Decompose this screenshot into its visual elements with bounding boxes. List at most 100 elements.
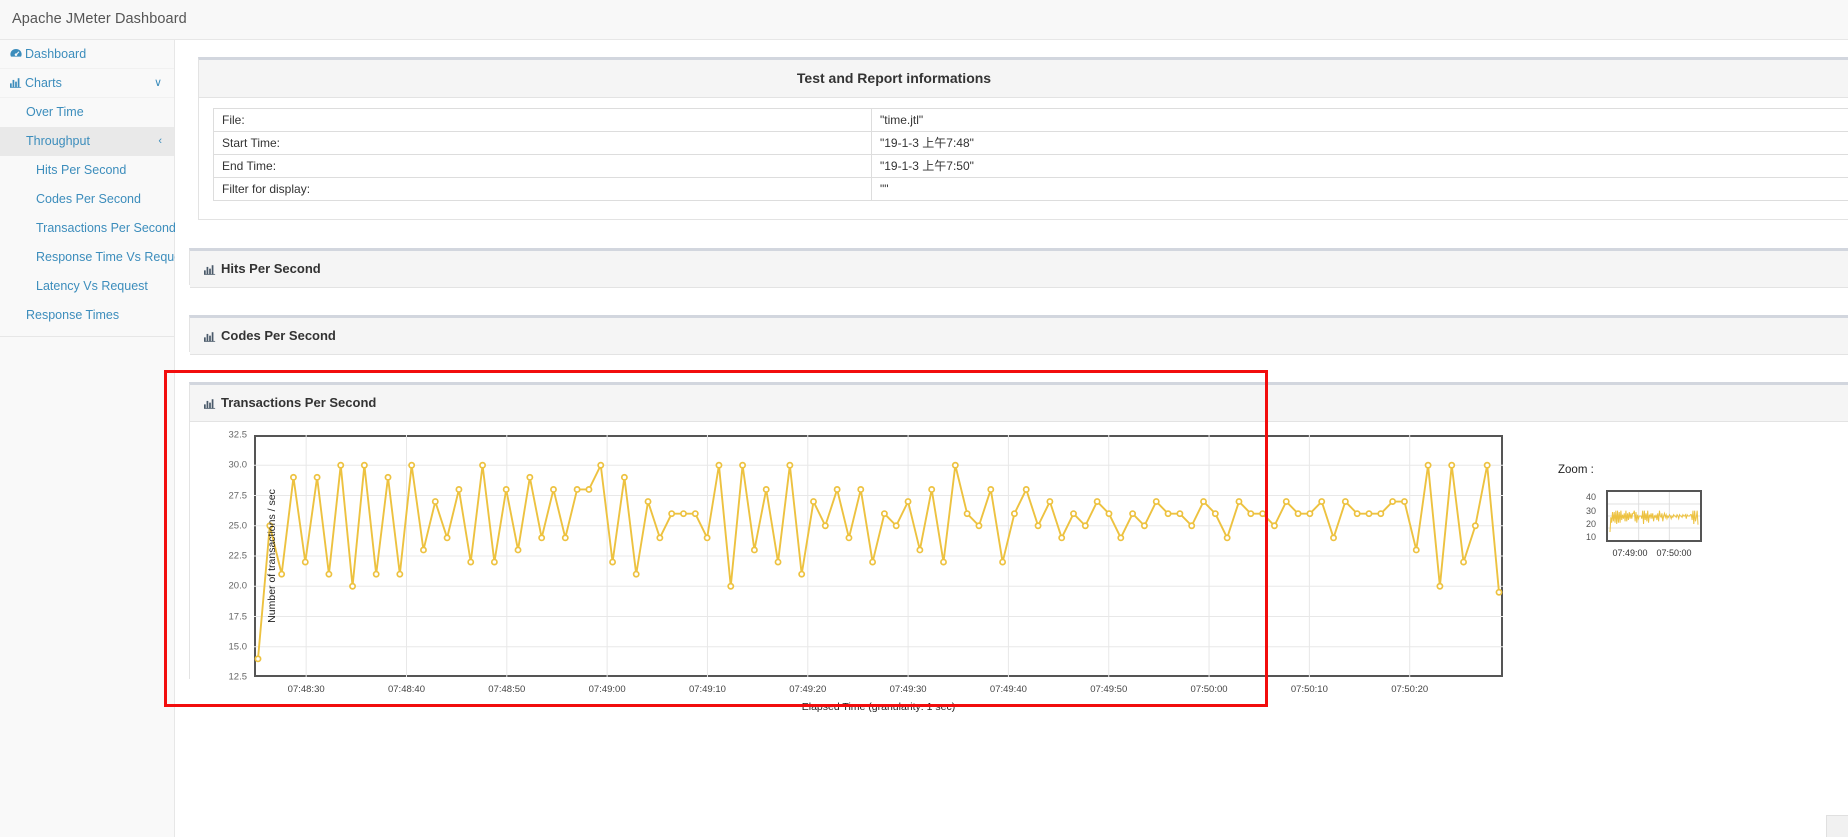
tps-data-point[interactable] [372,570,380,578]
tps-data-point[interactable] [632,570,640,578]
tps-data-point[interactable] [810,498,817,506]
tps-data-point[interactable] [420,546,427,554]
tps-data-point[interactable] [1424,461,1432,469]
chevron-left-icon[interactable]: ‹ [158,127,162,156]
tps-data-point[interactable] [987,486,995,493]
tps-data-point[interactable] [538,534,546,542]
tps-data-point[interactable] [278,570,286,578]
tps-data-point[interactable] [585,486,593,493]
tps-data-point[interactable] [313,473,321,481]
sidebar-item-throughput[interactable]: Throughput ‹ [0,127,174,156]
tps-data-point[interactable] [1211,510,1219,518]
tps-data-point[interactable] [1152,498,1160,506]
tps-data-point[interactable] [1282,498,1290,506]
tps-data-point[interactable] [1436,582,1444,590]
tps-data-point[interactable] [1058,534,1066,542]
tps-data-point[interactable] [739,461,747,469]
tps-data-point[interactable] [691,510,699,518]
tps-data-point[interactable] [550,486,557,493]
tps-data-point[interactable] [1495,588,1503,596]
tps-data-point[interactable] [349,582,357,590]
tps-data-point[interactable] [1176,510,1184,518]
tps-data-point[interactable] [668,510,676,518]
tps-data-point[interactable] [1223,534,1231,542]
tps-data-point[interactable] [1471,522,1479,530]
tps-data-point[interactable] [1129,510,1137,518]
tps-data-point[interactable] [1483,461,1491,469]
tps-data-point[interactable] [455,486,463,493]
tps-data-point[interactable] [845,534,853,542]
tps-data-point[interactable] [1070,510,1077,518]
panel-header[interactable]: Hits Per Second [190,251,1848,288]
tps-data-point[interactable] [1046,498,1054,506]
tps-data-point[interactable] [786,461,794,469]
tps-data-point[interactable] [620,473,628,481]
tps-data-point[interactable] [1341,498,1349,506]
tps-data-point[interactable] [1247,510,1255,518]
sidebar-item-dashboard[interactable]: Dashboard [0,40,174,69]
tps-data-point[interactable] [1365,510,1373,518]
tps-data-point[interactable] [1412,546,1420,554]
tps-data-point[interactable] [1235,498,1243,506]
tps-plot-area[interactable]: 07:48:30 07:48:40 07:48:50 07:49:00 07:49:10… [229,430,1503,713]
sidebar-item-over-time[interactable]: Over Time [0,98,174,127]
tps-data-point[interactable] [396,570,404,578]
sidebar-item-response-times[interactable]: Response Times [0,301,174,330]
tps-data-point[interactable] [869,558,877,566]
tps-data-point[interactable] [1377,510,1385,518]
tps-data-point[interactable] [1353,510,1361,518]
tps-data-point[interactable] [1117,534,1125,542]
sidebar-item-transactions-per-second[interactable]: Transactions Per Second [0,214,176,243]
tps-data-point[interactable] [1270,522,1278,530]
tps-data-point[interactable] [290,473,297,481]
tps-data-point[interactable] [963,510,971,518]
tps-data-point[interactable] [337,461,345,469]
tps-data-point[interactable] [727,582,735,590]
tps-data-point[interactable] [951,461,959,469]
tps-data-point[interactable] [467,558,475,566]
tps-data-point[interactable] [1164,510,1172,518]
tps-data-point[interactable] [325,570,333,578]
tps-data-point[interactable] [514,546,522,554]
tps-data-point[interactable] [597,461,605,469]
tps-data-point[interactable] [1448,461,1456,469]
tps-data-point[interactable] [916,546,924,554]
tps-data-point[interactable] [1306,510,1314,518]
scrollbar-corner[interactable] [1826,815,1848,837]
tps-data-point[interactable] [384,473,392,481]
tps-data-point[interactable] [975,522,983,530]
tps-data-point[interactable] [762,486,770,493]
tps-data-point[interactable] [892,522,900,530]
tps-data-point[interactable] [431,498,439,506]
panel-header[interactable]: Transactions Per Second [190,385,1848,422]
tps-data-point[interactable] [1034,522,1042,530]
tps-data-point[interactable] [1010,510,1018,518]
tps-data-point[interactable] [1389,498,1397,506]
chevron-down-icon[interactable]: ∨ [154,69,162,98]
tps-data-point[interactable] [490,558,498,566]
tps-data-point[interactable] [940,558,947,566]
sidebar-item-hits-per-second[interactable]: Hits Per Second [0,156,174,185]
tps-data-point[interactable] [656,534,664,542]
tps-data-point[interactable] [502,486,510,493]
sidebar-item-latency-vs-request[interactable]: Latency Vs Request [0,272,174,301]
tps-data-point[interactable] [1022,486,1030,493]
tps-data-point[interactable] [479,461,487,469]
sidebar-item-codes-per-second[interactable]: Codes Per Second [0,185,174,214]
tps-data-point[interactable] [443,534,451,542]
tps-data-point[interactable] [1105,510,1113,518]
zoom-overview-chart[interactable] [1606,490,1702,542]
tps-data-point[interactable] [1330,534,1337,542]
tps-data-point[interactable] [999,558,1007,566]
sidebar-item-charts[interactable]: Charts ∨ [0,69,174,98]
tps-data-point[interactable] [880,510,888,518]
tps-data-point[interactable] [750,546,758,554]
tps-data-point[interactable] [904,498,912,506]
tps-data-point[interactable] [408,461,416,469]
tps-data-point[interactable] [798,570,806,578]
tps-data-point[interactable] [857,486,865,493]
tps-data-point[interactable] [1188,522,1196,530]
tps-data-point[interactable] [1093,498,1101,506]
tps-data-point[interactable] [715,461,723,469]
tps-data-point[interactable] [1318,498,1326,506]
